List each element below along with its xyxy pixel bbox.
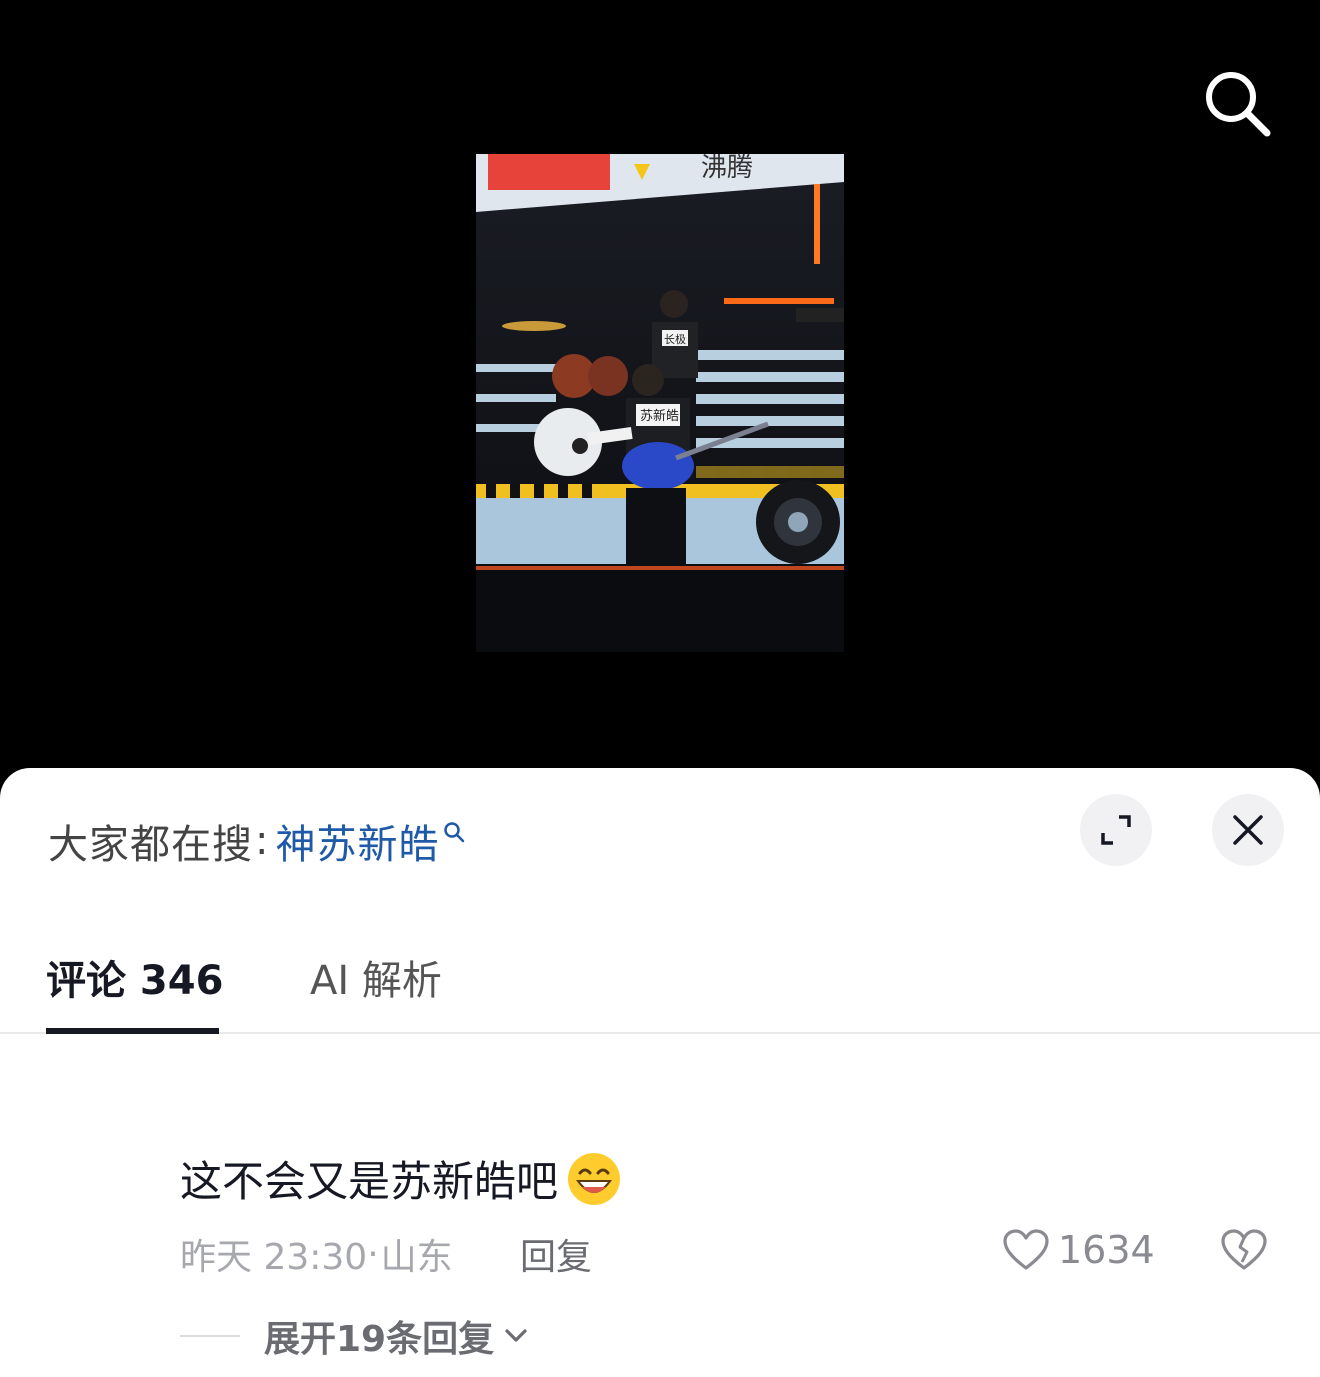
close-button[interactable] [1212,794,1284,866]
like-button[interactable]: 1634 [1002,1228,1155,1272]
meta-separator: · [367,1233,379,1275]
expand-replies-label: 展开19条回复 [264,1319,495,1360]
expand-replies-button[interactable]: 展开19条回复 [180,1310,528,1362]
search-icon [1206,72,1271,137]
performer-shirt-text: 苏新皓 [640,408,679,424]
hot-search-term[interactable]: 神苏新皓 [275,812,439,870]
comment-location: 山东 [380,1237,453,1278]
reply-button[interactable]: 回复 [520,1228,592,1280]
comments-sheet: 大家都在搜 : 神苏新皓 评论 346 AI 解析 这不会又是苏新皓吧 昨天 2… [0,768,1320,1377]
expand-icon [1101,815,1131,845]
comment-item: 这不会又是苏新皓吧 昨天 23:30 · 山东 回复 1634 展开19条回复 [0,1032,1320,1377]
tab-bar: 评论 346 AI 解析 [0,928,1320,1034]
broken-heart-icon [1221,1229,1267,1270]
banner-text: 沸腾 [701,154,753,183]
tab-ai-analysis[interactable]: AI 解析 [310,948,442,1006]
concert-image: 沸腾 长极 苏新皓 [476,154,844,652]
small-search-icon [444,822,465,843]
tab-comments[interactable]: 评论 346 [46,948,223,1006]
chevron-down-icon [505,1329,527,1342]
drummer-shirt-text: 长极 [664,332,686,346]
comment-text: 这不会又是苏新皓吧 [180,1157,559,1206]
reply-divider [180,1335,240,1337]
search-button[interactable] [1200,66,1274,140]
dislike-button[interactable] [1220,1228,1268,1276]
heart-icon [1003,1229,1049,1270]
hot-search-prefix: 大家都在搜 [48,822,253,868]
hot-search-bar[interactable]: 大家都在搜 : 神苏新皓 [48,816,465,868]
video-player[interactable]: 沸腾 长极 苏新皓 [0,0,1320,790]
comment-body: 这不会又是苏新皓吧 [180,1148,624,1209]
like-count: 1634 [1058,1228,1155,1272]
video-frame[interactable]: 沸腾 长极 苏新皓 [476,154,844,652]
comment-meta: 昨天 23:30 · 山东 [180,1228,453,1280]
expand-button[interactable] [1080,794,1152,866]
grinning-face-emoji-icon [568,1152,621,1205]
comment-time: 昨天 23:30 [180,1237,368,1278]
close-icon [1233,815,1263,845]
hot-search-colon: : [255,818,270,864]
